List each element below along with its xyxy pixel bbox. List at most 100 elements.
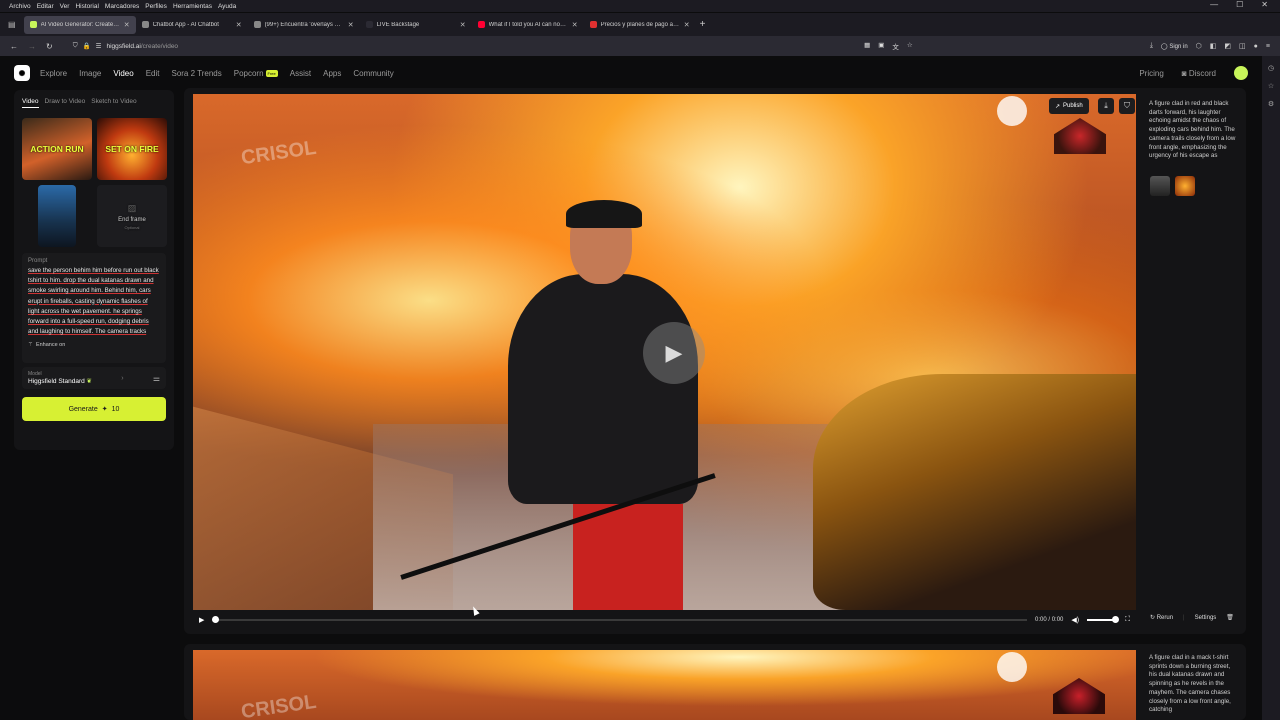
volume-icon[interactable]: ◀) bbox=[1071, 616, 1079, 624]
menu-historial[interactable]: Historial bbox=[75, 3, 98, 10]
publish-button[interactable]: ↗ Publish bbox=[1049, 98, 1089, 114]
nav-explore[interactable]: Explore bbox=[40, 69, 67, 78]
sidebar-toggle-icon[interactable]: ◫ bbox=[1239, 42, 1246, 50]
bookmarks-icon[interactable]: ☆ bbox=[1268, 82, 1274, 90]
nav-image[interactable]: Image bbox=[79, 69, 101, 78]
progress-bar[interactable] bbox=[212, 616, 1028, 623]
scene-car bbox=[813, 374, 1136, 610]
browser-tab-1[interactable]: Chatbot App - AI Chatbot ✕ bbox=[136, 16, 248, 34]
settings-button[interactable]: Settings bbox=[1195, 615, 1217, 621]
browser-tab-3[interactable]: LIVE Backstage ✕ bbox=[360, 16, 472, 34]
tab-draw-to-video[interactable]: Draw to Video bbox=[45, 98, 86, 108]
browser-tabbar: ▤ AI Video Generator: Create stu ✕ Chatb… bbox=[0, 13, 1280, 36]
progress-knob[interactable] bbox=[212, 616, 220, 623]
menu-marcadores[interactable]: Marcadores bbox=[105, 3, 139, 10]
preset-action-run[interactable]: ACTION RUN bbox=[22, 118, 92, 180]
discord-link[interactable]: ◙ Discord bbox=[1182, 69, 1216, 78]
screenshot-icon[interactable]: ▣ bbox=[878, 41, 884, 51]
history-icon[interactable]: ◷ bbox=[1268, 64, 1274, 72]
play-icon[interactable]: ▶ bbox=[199, 616, 204, 624]
menu-icon[interactable]: ≡ bbox=[1266, 43, 1270, 50]
model-name: Higgsfield Standard ❦ bbox=[28, 378, 92, 385]
menu-editar[interactable]: Editar bbox=[37, 3, 54, 10]
close-tab-icon[interactable]: ✕ bbox=[348, 21, 354, 29]
nav-apps[interactable]: Apps bbox=[323, 69, 341, 78]
menu-herramientas[interactable]: Herramientas bbox=[173, 3, 212, 10]
close-window-icon[interactable]: ✕ bbox=[1261, 0, 1268, 9]
translate-icon[interactable]: 文 bbox=[892, 41, 899, 51]
bookmark-star-icon[interactable]: ☆ bbox=[907, 41, 913, 51]
close-tab-icon[interactable]: ✕ bbox=[236, 21, 242, 29]
menu-archivo[interactable]: Archivo bbox=[9, 3, 31, 10]
fullscreen-icon[interactable]: ⛶ bbox=[1125, 616, 1130, 624]
reference-thumb[interactable] bbox=[1175, 176, 1195, 196]
close-tab-icon[interactable]: ✕ bbox=[572, 21, 578, 29]
maximize-icon[interactable]: ☐ bbox=[1236, 0, 1243, 9]
nav-video[interactable]: Video bbox=[113, 69, 133, 78]
pricing-link[interactable]: Pricing bbox=[1139, 69, 1163, 78]
watermark-logo bbox=[997, 96, 1027, 126]
menu-ayuda[interactable]: Ayuda bbox=[218, 3, 236, 10]
nav-popcorn[interactable]: Popcorn Free bbox=[234, 69, 278, 78]
settings-icon[interactable]: ⚙ bbox=[1268, 100, 1274, 108]
sign-in-button[interactable]: ◯ Sign in bbox=[1161, 43, 1188, 50]
new-tab-icon[interactable]: + bbox=[700, 19, 706, 30]
volume-knob[interactable] bbox=[1112, 616, 1120, 623]
reader-icon[interactable]: ▦ bbox=[864, 41, 870, 51]
back-icon[interactable]: ← bbox=[10, 42, 18, 51]
extension-icon[interactable]: ⬡ bbox=[1196, 42, 1202, 50]
video-player[interactable]: CRISOL ▶ bbox=[193, 94, 1136, 610]
nav-sora-2-trends[interactable]: Sora 2 Trends bbox=[171, 69, 221, 78]
tab-sketch-to-video[interactable]: Sketch to Video bbox=[91, 98, 136, 108]
volume-slider[interactable] bbox=[1087, 616, 1120, 623]
video-player[interactable]: CRISOL bbox=[193, 650, 1136, 720]
scene-legs bbox=[573, 504, 683, 610]
reload-icon[interactable]: ↻ bbox=[46, 42, 53, 51]
youtube-icon bbox=[477, 21, 485, 28]
browser-tab-4[interactable]: What if I told you AI can now c ✕ bbox=[472, 16, 584, 34]
menu-ver[interactable]: Ver bbox=[60, 3, 70, 10]
download-icon[interactable]: ⤓ bbox=[1098, 98, 1114, 114]
minimize-icon[interactable]: — bbox=[1210, 0, 1218, 9]
end-frame-slot[interactable]: ▨ End frame Optional bbox=[97, 185, 167, 247]
user-avatar[interactable] bbox=[1234, 66, 1248, 80]
browser-tab-5[interactable]: Precios y planes de pago a Cre ✕ bbox=[584, 16, 696, 34]
nav-community[interactable]: Community bbox=[353, 69, 393, 78]
profile-icon[interactable]: ● bbox=[1254, 43, 1258, 50]
start-frame-image[interactable] bbox=[38, 185, 76, 247]
tab-list-icon[interactable]: ▤ bbox=[8, 20, 16, 29]
browser-tab-2[interactable]: (99+) Encuentra 'overlays para c ✕ bbox=[248, 16, 360, 34]
tab-title: Precios y planes de pago a Cre bbox=[600, 21, 680, 28]
close-tab-icon[interactable]: ✕ bbox=[460, 21, 466, 29]
close-tab-icon[interactable]: ✕ bbox=[124, 21, 130, 29]
nav-edit[interactable]: Edit bbox=[146, 69, 160, 78]
prompt-textarea[interactable]: save the person behim him before run out… bbox=[28, 266, 160, 336]
enhance-toggle[interactable]: ⚚ Enhance on bbox=[28, 342, 160, 348]
higgsfield-logo[interactable]: ✺ bbox=[14, 65, 30, 81]
forward-icon[interactable]: → bbox=[28, 42, 36, 51]
extension-icon[interactable]: ◧ bbox=[1210, 42, 1217, 50]
browser-tab-0[interactable]: AI Video Generator: Create stu ✕ bbox=[23, 15, 136, 34]
watermark-text: CRISOL bbox=[239, 690, 318, 720]
prompt-box[interactable]: Prompt save the person behim him before … bbox=[22, 253, 166, 363]
menu-perfiles[interactable]: Perfiles bbox=[145, 3, 167, 10]
trash-icon[interactable]: 🗑 bbox=[1226, 614, 1234, 621]
generate-button[interactable]: Generate ✦ 10 bbox=[22, 397, 166, 421]
nav-assist[interactable]: Assist bbox=[290, 69, 311, 78]
reference-thumb[interactable] bbox=[1150, 176, 1170, 196]
tab-video[interactable]: Video bbox=[22, 98, 39, 108]
preset-set-on-fire[interactable]: SET ON FIRE bbox=[97, 118, 167, 180]
model-selector[interactable]: Model Higgsfield Standard ❦ › ⚌ bbox=[22, 367, 166, 389]
rerun-button[interactable]: ↻ Rerun bbox=[1150, 614, 1173, 621]
discord-icon: ◙ bbox=[1181, 68, 1187, 78]
address-bar[interactable]: ⛉ 🔒 ☰ higgsfield.ai/create/video ▦ ▣ 文 ☆ bbox=[63, 39, 913, 53]
downloads-icon[interactable]: ⤓ bbox=[1150, 42, 1153, 50]
close-tab-icon[interactable]: ✕ bbox=[684, 21, 690, 29]
scene-person bbox=[478, 200, 708, 610]
bookmark-icon[interactable]: ⛉ bbox=[1119, 98, 1135, 114]
card-actions: ↻ Rerun | Settings 🗑 bbox=[1150, 614, 1234, 622]
tab-favicon bbox=[589, 21, 597, 28]
sliders-icon[interactable]: ⚌ bbox=[153, 374, 160, 383]
big-play-icon[interactable]: ▶ bbox=[643, 322, 705, 384]
extension-icon[interactable]: ◩ bbox=[1224, 42, 1231, 50]
